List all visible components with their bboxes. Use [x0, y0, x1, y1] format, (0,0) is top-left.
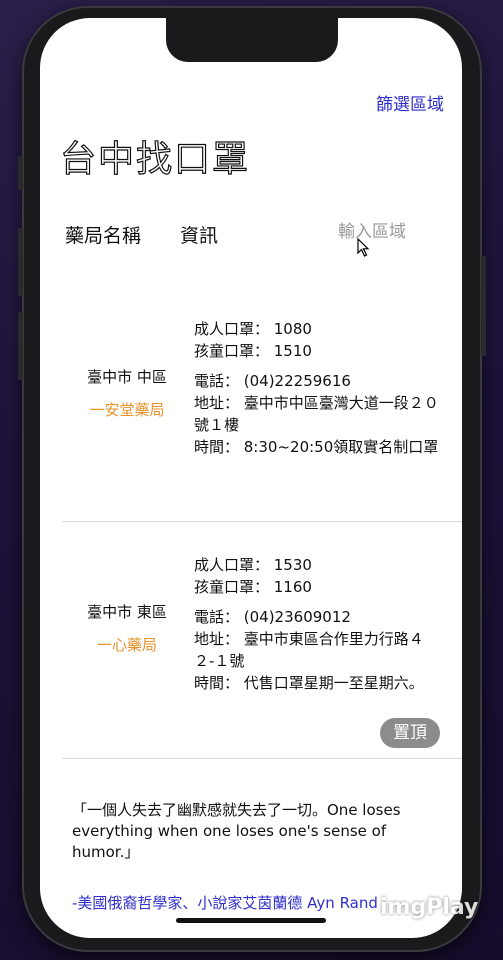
adult-mask-count: 成人口罩： 1530 — [194, 556, 312, 574]
pharmacy-name[interactable]: 一安堂藥局 — [62, 399, 192, 420]
volume-up-button — [18, 228, 23, 296]
pharmacy-hours: 時間： 代售口罩星期一至星期六。 — [194, 674, 424, 692]
pharmacy-name[interactable]: 一心藥局 — [62, 634, 192, 655]
mute-switch — [18, 156, 23, 190]
pharmacy-hours: 時間： 8:30~20:50領取實名制口罩 — [194, 438, 439, 456]
mouse-cursor-icon — [357, 238, 370, 257]
child-mask-count: 孩童口罩： 1510 — [194, 342, 312, 360]
quote-author-link[interactable]: -美國俄裔哲學家、小說家艾茵蘭德 Ayn Rand — [72, 892, 378, 913]
column-header-pharmacy: 藥局名稱 — [65, 225, 142, 247]
notch — [166, 18, 338, 62]
pharmacy-info: 成人口罩： 1530 孩童口罩： 1160 電話： (04)23609012 地… — [194, 554, 444, 694]
area-search-input[interactable] — [336, 221, 440, 243]
child-mask-count: 孩童口罩： 1160 — [194, 578, 312, 596]
pharmacy-address: 地址： 臺中市東區合作里力行路４２-１號 — [194, 630, 424, 670]
filter-area-link[interactable]: 篩選區域 — [376, 90, 444, 115]
pharmacy-address: 地址： 臺中市中區臺灣大道一段２０號１樓 — [194, 394, 439, 434]
column-header-info: 資訊 — [180, 225, 219, 247]
back-to-top-button[interactable]: 置頂 — [380, 718, 440, 748]
watermark-logo: imgPlay — [380, 895, 479, 920]
pharmacy-district: 臺中市 東區 — [87, 603, 167, 621]
volume-down-button — [18, 312, 23, 380]
app-screen: 篩選區域 台中找口罩 藥局名稱 資訊 臺中市 中區 一安堂藥局 成人口罩： 10… — [40, 18, 462, 938]
pharmacy-phone: 電話： (04)22259616 — [194, 372, 351, 390]
footer-divider — [62, 758, 462, 759]
pharmacy-info: 成人口罩： 1080 孩童口罩： 1510 電話： (04)22259616 地… — [194, 318, 444, 458]
home-indicator[interactable] — [176, 918, 326, 923]
footer-quote: 「一個人失去了幽默感就失去了一切。One loses everything wh… — [72, 801, 401, 861]
pharmacy-phone: 電話： (04)23609012 — [194, 608, 351, 626]
pharmacy-district: 臺中市 中區 — [87, 368, 167, 386]
card-divider — [62, 521, 462, 522]
power-button — [481, 256, 486, 356]
adult-mask-count: 成人口罩： 1080 — [194, 320, 312, 338]
pharmacy-identity: 臺中市 中區 一安堂藥局 — [62, 366, 192, 420]
pharmacy-identity: 臺中市 東區 一心藥局 — [62, 601, 192, 655]
page-title: 台中找口罩 — [59, 138, 251, 180]
